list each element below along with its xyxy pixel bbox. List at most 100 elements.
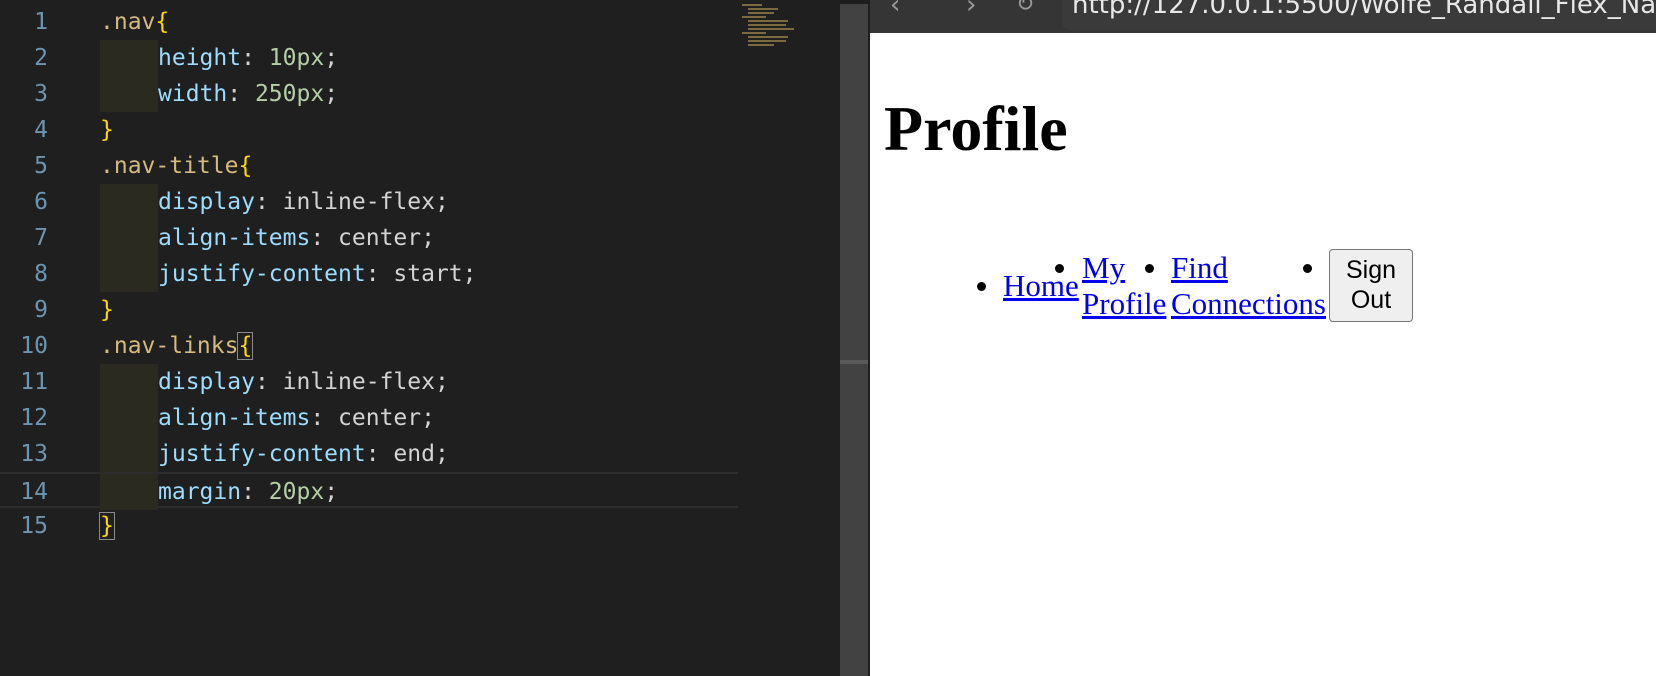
minimap[interactable] xyxy=(742,4,798,64)
code-text: display: inline-flex; xyxy=(158,184,449,220)
list-bullet xyxy=(1055,264,1064,273)
css-selector: .nav-title xyxy=(100,153,239,179)
code-line[interactable]: 7 align-items: center; xyxy=(0,220,738,256)
css-property: justify-content xyxy=(158,441,366,467)
code-line[interactable]: 13 justify-content: end; xyxy=(0,436,738,472)
brace: { xyxy=(237,332,254,360)
brace: { xyxy=(238,153,253,179)
line-number: 7 xyxy=(34,225,48,251)
code-text: width: 250px; xyxy=(158,76,338,112)
minimap-row xyxy=(748,20,788,22)
colon: : xyxy=(310,225,339,251)
css-value: start xyxy=(393,261,463,287)
nav-link-find-connections-line2[interactable]: Connections xyxy=(1171,286,1326,322)
forward-arrow-icon[interactable]: › xyxy=(966,0,976,18)
line-number: 11 xyxy=(20,369,48,395)
editor-scrollbar[interactable] xyxy=(840,4,868,676)
code-line[interactable]: 3 width: 250px; xyxy=(0,76,738,112)
nav-link-my-profile-line1[interactable]: My xyxy=(1082,250,1125,286)
colon: : xyxy=(310,405,339,431)
css-value: center xyxy=(338,405,422,431)
brace: { xyxy=(155,9,170,35)
css-value: inline-flex xyxy=(282,369,435,395)
brace: } xyxy=(99,512,115,540)
nav-link-find-connections-line1[interactable]: Find xyxy=(1171,250,1228,286)
line-number: 4 xyxy=(34,117,48,143)
css-property: margin xyxy=(158,479,242,505)
css-value: center xyxy=(338,225,422,251)
code-line[interactable]: 14 margin: 20px; xyxy=(0,472,738,510)
sign-out-label-line2: Out xyxy=(1350,286,1392,314)
minimap-row xyxy=(742,32,766,34)
indent-guide xyxy=(100,436,158,472)
indent-guide xyxy=(100,400,158,436)
code-text: } xyxy=(99,508,115,544)
css-property: align-items xyxy=(158,405,311,431)
minimap-row xyxy=(748,8,778,10)
code-line[interactable]: 11 display: inline-flex; xyxy=(0,364,738,400)
brace: } xyxy=(100,297,114,323)
code-text: .nav-links{ xyxy=(100,328,254,364)
css-value: 10px xyxy=(268,45,325,71)
css-property: align-items xyxy=(158,225,311,251)
indent-guide xyxy=(100,256,158,292)
code-text: align-items: center; xyxy=(158,400,435,436)
css-property: height xyxy=(158,45,242,71)
code-text: align-items: center; xyxy=(158,220,435,256)
code-text: justify-content: start; xyxy=(158,256,477,292)
semicolon: ; xyxy=(324,45,339,71)
indent-guide xyxy=(100,220,158,256)
list-bullet xyxy=(1303,264,1312,273)
minimap-row xyxy=(748,40,786,42)
nav-link-my-profile-line2[interactable]: Profile xyxy=(1082,286,1166,322)
nav-link-home[interactable]: Home xyxy=(1003,268,1079,304)
code-text: } xyxy=(100,292,114,328)
code-line[interactable]: 5 .nav-title{ xyxy=(0,148,738,184)
indent-guide xyxy=(100,474,158,510)
code-line[interactable]: 12 align-items: center; xyxy=(0,400,738,436)
colon: : xyxy=(254,369,283,395)
semicolon: ; xyxy=(324,479,339,505)
semicolon: ; xyxy=(434,189,449,215)
line-number: 6 xyxy=(34,189,48,215)
back-arrow-icon[interactable]: ‹ xyxy=(890,0,900,18)
semicolon: ; xyxy=(462,261,477,287)
code-text: } xyxy=(100,112,114,148)
code-line[interactable]: 8 justify-content: start; xyxy=(0,256,738,292)
code-line[interactable]: 10 .nav-links{ xyxy=(0,328,738,364)
semicolon: ; xyxy=(434,369,449,395)
code-text: justify-content: end; xyxy=(158,436,449,472)
code-line[interactable]: 1 .nav{ xyxy=(0,4,738,40)
css-value: end xyxy=(393,441,435,467)
css-value: 250px xyxy=(254,81,325,107)
address-bar-url[interactable]: http://127.0.0.1:5500/Wolfe_Randall_Flex… xyxy=(1072,0,1656,22)
code-line[interactable]: 9} xyxy=(0,292,738,328)
sign-out-button[interactable]: Sign Out xyxy=(1329,249,1413,322)
code-text: .nav-title{ xyxy=(100,148,252,184)
colon: : xyxy=(241,479,269,505)
code-line[interactable]: 2 height: 10px; xyxy=(0,40,738,76)
colon: : xyxy=(227,81,255,107)
code-editor[interactable]: 1 .nav{2 height: 10px; 3 width: 250px; 4} 5 .na… xyxy=(0,0,840,676)
indent-guide xyxy=(100,184,158,220)
semicolon: ; xyxy=(421,405,435,431)
minimap-row xyxy=(748,28,794,30)
code-line[interactable]: 4} xyxy=(0,112,738,148)
css-value: inline-flex xyxy=(282,189,435,215)
line-number: 15 xyxy=(20,513,48,539)
list-bullet xyxy=(1145,264,1154,273)
minimap-row xyxy=(742,4,762,6)
css-property: justify-content xyxy=(158,261,366,287)
css-value: 20px xyxy=(268,479,325,505)
list-bullet xyxy=(977,282,986,291)
reload-icon[interactable]: ↻ xyxy=(1016,0,1034,18)
code-text: height: 10px; xyxy=(158,40,338,76)
line-number: 10 xyxy=(20,333,48,359)
editor-scrollbar-thumb[interactable] xyxy=(840,360,868,364)
css-property: display xyxy=(158,369,255,395)
code-line[interactable]: 15} xyxy=(0,508,738,544)
minimap-row xyxy=(748,36,788,38)
page-heading: Profile xyxy=(884,93,1068,164)
code-line[interactable]: 6 display: inline-flex; xyxy=(0,184,738,220)
line-number: 3 xyxy=(34,81,48,107)
